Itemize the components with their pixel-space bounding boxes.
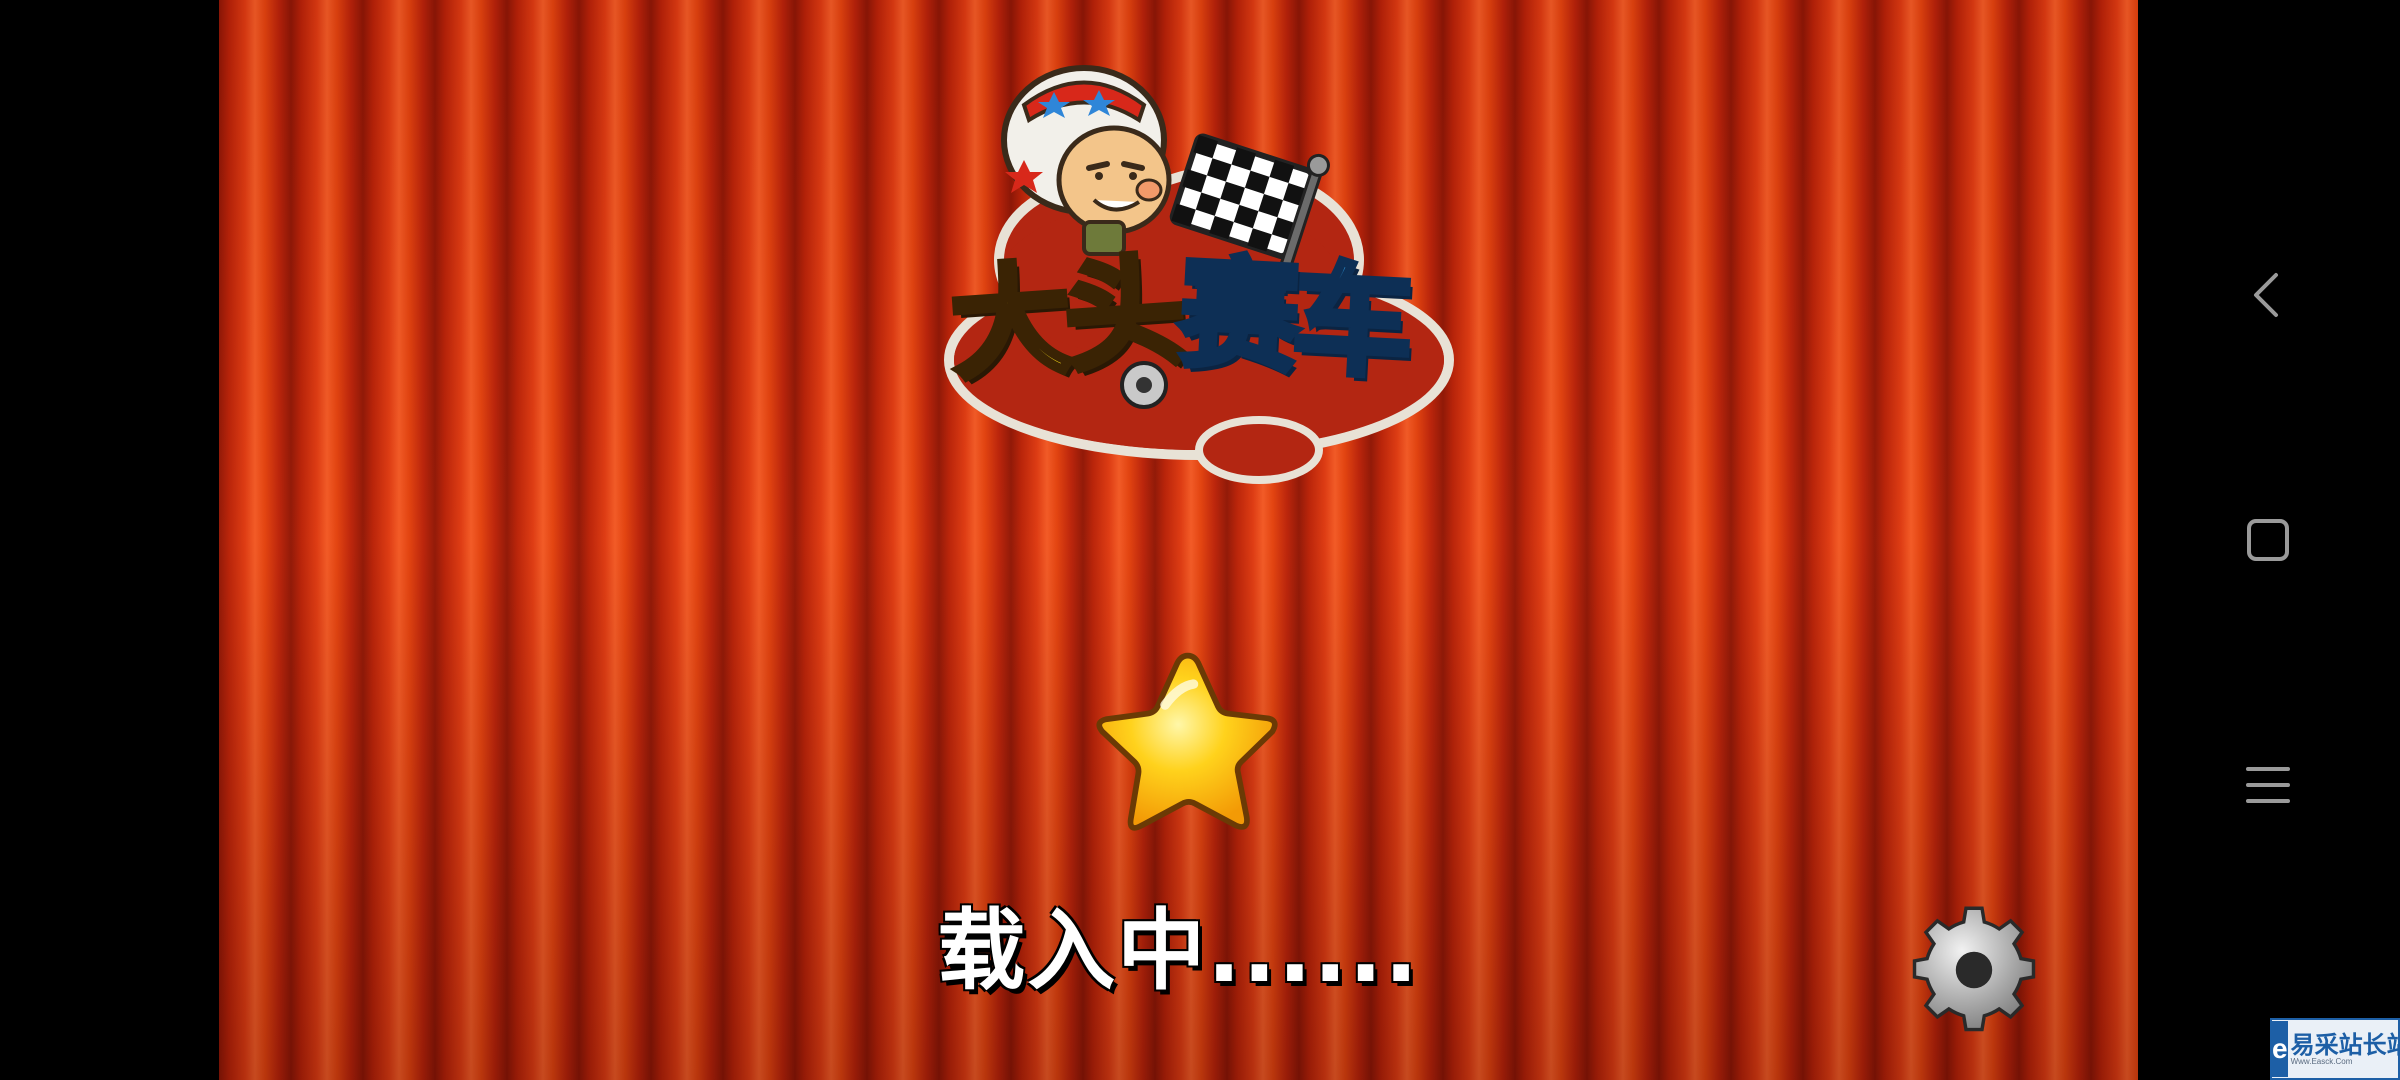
screen: 大头赛车 载入中...... e 易采站长站 Www.Easck.Com (0, 0, 2400, 1080)
watermark-logo-icon: e (2272, 1021, 2288, 1077)
back-button[interactable] (2228, 255, 2308, 335)
back-icon[interactable] (2228, 255, 2308, 335)
game-loading-screen: 大头赛车 载入中...... (219, 0, 2138, 1080)
site-watermark: e 易采站长站 Www.Easck.Com (2270, 1018, 2400, 1080)
gear-icon[interactable] (1909, 905, 2039, 1035)
game-title: 大头赛车 (899, 239, 1459, 400)
system-nav-bar (2138, 0, 2400, 1080)
watermark-title: 易采站长站 (2290, 1030, 2400, 1059)
game-logo: 大头赛车 (899, 60, 1459, 510)
recents-button[interactable] (2228, 745, 2308, 825)
loading-text: 载入中...... (937, 899, 1420, 1002)
home-button[interactable] (2228, 500, 2308, 580)
menu-lines-icon[interactable] (2228, 745, 2308, 825)
watermark-url: Www.Easck.Com (2290, 1056, 2353, 1066)
home-square-icon[interactable] (2228, 500, 2308, 580)
watermark-text: 易采站长站 Www.Easck.Com (2288, 1030, 2400, 1066)
game-title-part1: 大头 (943, 239, 1186, 400)
star-icon (1089, 648, 1279, 838)
game-title-part2: 赛车 (1173, 241, 1414, 398)
settings-button[interactable] (1909, 905, 2039, 1035)
